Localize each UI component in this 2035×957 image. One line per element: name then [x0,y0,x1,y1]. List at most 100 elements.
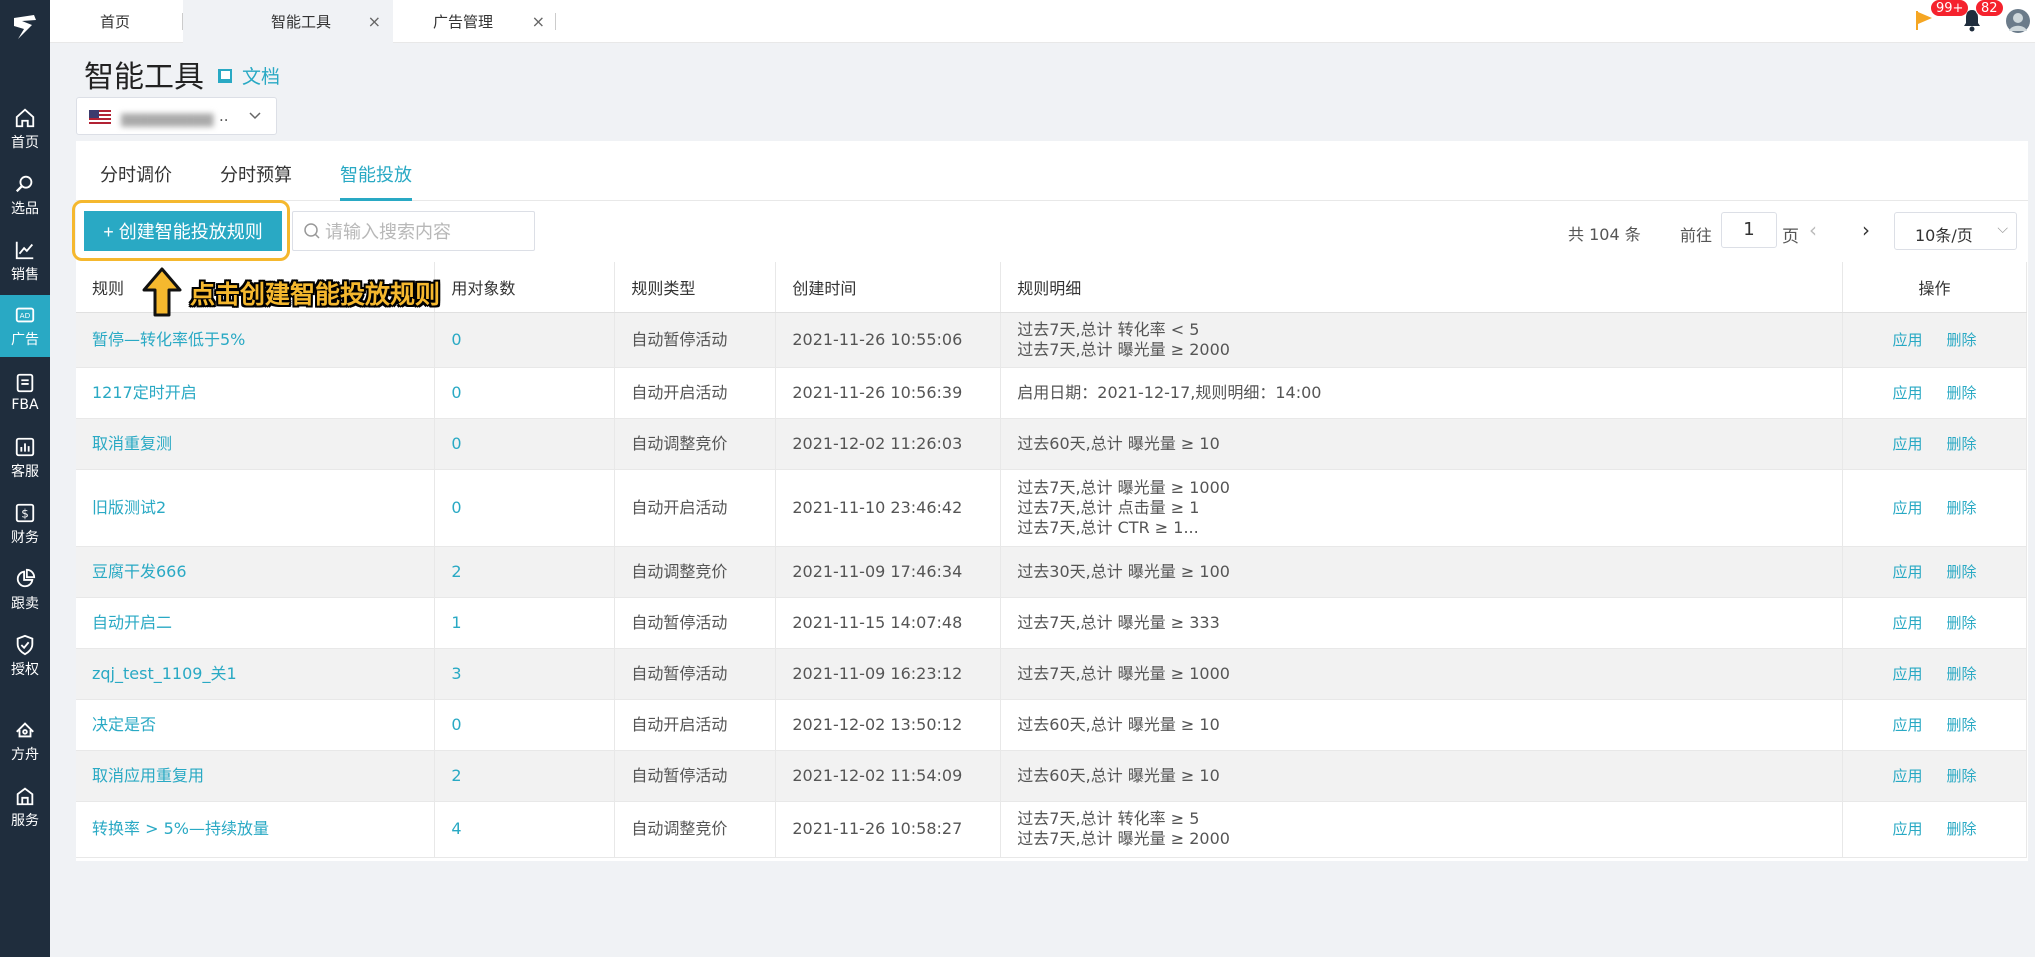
close-icon[interactable]: × [368,12,381,31]
store-select[interactable]: ▆▆▆▆▆▆▆▆ .. [76,97,277,135]
dollar-icon: $ [15,503,35,522]
apply-button[interactable]: 应用 [1893,614,1923,632]
rule-detail-line: 过去7天,总计 CTR ≥ 1... [1017,517,1199,537]
apply-button[interactable]: 应用 [1893,384,1923,402]
apply-button[interactable]: 应用 [1893,665,1923,683]
row-actions: 应用 删除 [1842,469,2027,547]
doc-link[interactable]: 文档 [216,62,280,89]
sidebar-item-selection[interactable]: 选品 [0,164,50,226]
created-time: 2021-12-02 13:50:12 [775,699,1002,751]
delete-button[interactable]: 删除 [1947,614,1977,632]
close-icon[interactable]: × [532,12,545,31]
delete-button[interactable]: 删除 [1947,820,1977,838]
object-count-link[interactable]: 2 [434,546,616,598]
rule-name-link[interactable]: 取消应用重复用 [76,750,436,802]
sidebar-item-sales[interactable]: 销售 [0,230,50,292]
page-size-select[interactable]: 10条/页 ⌵ [1894,212,2017,250]
tab-time-budget[interactable]: 分时预算 [220,161,292,187]
rule-detail: 过去7天,总计 曝光量 ≥ 1000 过去7天,总计 点击量 ≥ 1 过去7天,总计… [1000,469,1844,547]
rule-detail: 过去7天,总计 转化率 ≥ 5 过去7天,总计 曝光量 ≥ 2000 [1000,801,1844,858]
object-count-link[interactable]: 0 [434,312,616,368]
object-count-link[interactable]: 4 [434,801,616,858]
apply-button[interactable]: 应用 [1893,331,1923,349]
rule-name-link[interactable]: 豆腐干发666 [76,546,436,598]
rule-type: 自动暂停活动 [614,597,777,649]
rule-name-link[interactable]: 旧版测试2 [76,469,436,547]
delete-button[interactable]: 删除 [1947,384,1977,402]
object-count-link[interactable]: 2 [434,750,616,802]
page-number-input[interactable]: 1 [1721,212,1777,248]
sidebar-item-fba[interactable]: FBA [0,361,50,423]
rule-detail: 过去7天,总计 转化率 < 5 过去7天,总计 曝光量 ≥ 2000 [1000,312,1844,368]
apply-button[interactable]: 应用 [1893,563,1923,581]
object-count-link[interactable]: 0 [434,699,616,751]
apply-button[interactable]: 应用 [1893,820,1923,838]
apply-button[interactable]: 应用 [1893,435,1923,453]
sidebar-item-service[interactable]: 客服 [0,427,50,489]
sidebar-item-services[interactable]: 服务 [0,776,50,838]
ark-icon [16,721,34,737]
delete-button[interactable]: 删除 [1947,767,1977,785]
sidebar-item-follow-sell[interactable]: 跟卖 [0,559,50,621]
rule-detail: 过去60天,总计 曝光量 ≥ 10 [1000,699,1844,751]
created-time: 2021-11-26 10:55:06 [775,312,1002,368]
tab-smart-placement[interactable]: 智能投放 [340,161,412,187]
object-count-link[interactable]: 3 [434,648,616,700]
tab-ad-management[interactable]: 广告管理 × [393,0,557,43]
table-row: 转换率 > 5%—持续放量 4 自动调整竞价 2021-11-26 10:58:27 过… [76,801,2027,858]
object-count-link[interactable]: 0 [434,367,616,419]
bar-chart-icon [15,437,35,456]
page-title: 智能工具 [84,60,204,95]
search-input[interactable] [325,218,525,246]
delete-button[interactable]: 删除 [1947,563,1977,581]
row-actions: 应用 删除 [1842,367,2027,419]
created-time: 2021-11-09 17:46:34 [775,546,1002,598]
column-header-detail: 规则明细 [1000,262,1844,313]
total-count: 共 104 条 [1568,225,1641,244]
delete-button[interactable]: 删除 [1947,716,1977,734]
table-row: 旧版测试2 0 自动开启活动 2021-11-10 23:46:42 过去7天,总计 曝… [76,469,2027,547]
rule-type: 自动开启活动 [614,367,777,419]
create-rule-button[interactable]: + 创建智能投放规则 [84,211,282,251]
building-icon [16,373,34,392]
rule-name-link[interactable]: 暂停—转化率低于5% [76,312,436,368]
row-actions: 应用 删除 [1842,312,2027,368]
notification-badge: 82 [1975,0,2004,17]
object-count-link[interactable]: 0 [434,418,616,470]
table-row: 取消应用重复用 2 自动暂停活动 2021-12-02 11:54:09 过去60天,总… [76,750,2027,802]
avatar[interactable] [2005,8,2031,34]
rule-name-link[interactable]: 1217定时开启 [76,367,436,419]
tab-smart-tools[interactable]: 智能工具 × [183,0,393,43]
rule-type: 自动调整竞价 [614,801,777,858]
rule-detail-line: 过去7天,总计 曝光量 ≥ 1000 [1017,663,1230,683]
rule-name-link[interactable]: 转换率 > 5%—持续放量 [76,801,436,858]
apply-button[interactable]: 应用 [1893,767,1923,785]
rule-detail-line: 过去7天,总计 曝光量 ≥ 2000 [1017,339,1230,359]
rule-name-link[interactable]: 自动开启二 [76,597,436,649]
sidebar-item-ads[interactable]: AD 广告 [0,295,50,357]
next-page-icon[interactable]: › [1862,218,1870,242]
delete-button[interactable]: 删除 [1947,331,1977,349]
delete-button[interactable]: 删除 [1947,435,1977,453]
apply-button[interactable]: 应用 [1893,716,1923,734]
tab-time-bid[interactable]: 分时调价 [100,161,172,187]
rule-name-link[interactable]: zqj_test_1109_关1 [76,648,436,700]
object-count-link[interactable]: 0 [434,469,616,547]
sidebar-item-ark[interactable]: 方舟 [0,710,50,772]
page-unit-label: 页 [1782,227,1799,247]
search-box[interactable] [292,211,535,251]
sidebar-item-finance[interactable]: $ 财务 [0,493,50,555]
sidebar-item-home[interactable]: 首页 [0,98,50,160]
delete-button[interactable]: 删除 [1947,499,1977,517]
delete-button[interactable]: 删除 [1947,665,1977,683]
rule-detail: 过去7天,总计 曝光量 ≥ 333 [1000,597,1844,649]
apply-button[interactable]: 应用 [1893,499,1923,517]
rule-name-link[interactable]: 决定是否 [76,699,436,751]
sidebar-item-authorize[interactable]: 授权 [0,625,50,687]
tab-home[interactable]: 首页 [50,0,180,43]
row-actions: 应用 删除 [1842,546,2027,598]
prev-page-icon[interactable]: ‹ [1809,218,1817,242]
object-count-link[interactable]: 1 [434,597,616,649]
rule-name-link[interactable]: 取消重复测 [76,418,436,470]
app-logo-icon[interactable] [10,12,40,42]
